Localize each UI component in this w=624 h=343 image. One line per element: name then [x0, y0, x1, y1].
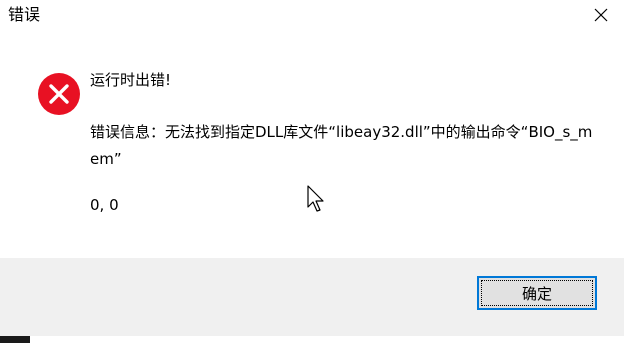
window-bottom-edge	[0, 336, 624, 343]
close-button[interactable]	[578, 0, 624, 30]
close-icon	[594, 8, 608, 22]
error-message-text: 错误信息：无法找到指定DLL库文件“libeay32.dll”中的输出命令“BI…	[90, 123, 593, 168]
ok-button[interactable]: 确定	[477, 276, 597, 310]
taskbar-fragment	[0, 336, 30, 343]
title-bar[interactable]: 错误	[0, 0, 624, 30]
error-circle-icon	[38, 73, 80, 115]
button-bar: 确定	[0, 258, 624, 336]
ok-button-label: 确定	[521, 284, 552, 303]
error-code-text: 0, 0	[90, 196, 119, 214]
dialog-title: 错误	[8, 5, 41, 24]
mouse-pointer-icon	[307, 185, 324, 212]
error-heading: 运行时出错!	[90, 71, 172, 89]
message-area: 运行时出错! 错误信息：无法找到指定DLL库文件“libeay32.dll”中的…	[0, 30, 624, 258]
error-dialog: 错误 运行时出错! 错误信息：无法找到指定DLL库文件“libeay32.dll…	[0, 0, 624, 343]
